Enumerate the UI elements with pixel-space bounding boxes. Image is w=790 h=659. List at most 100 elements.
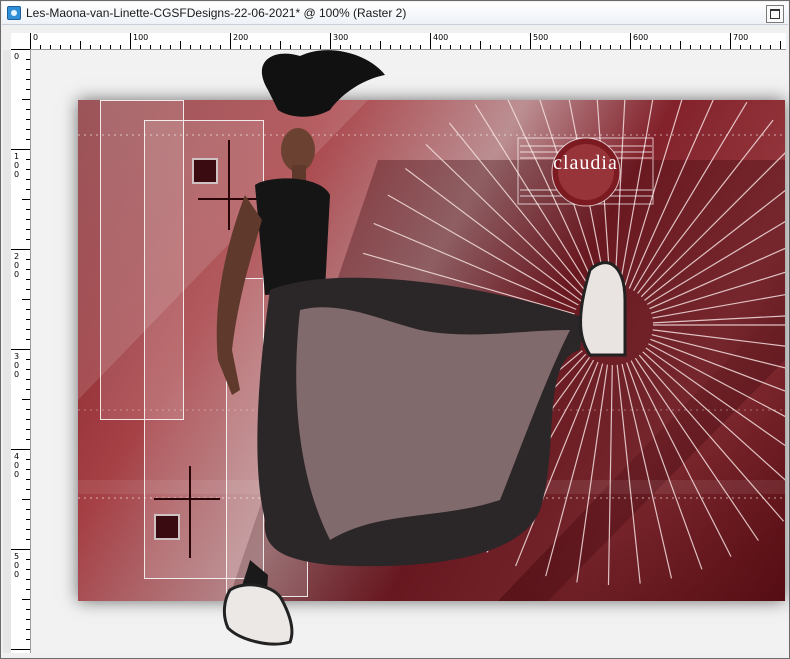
ruler-tick [26, 539, 30, 540]
ruler-label: 100 [133, 33, 149, 42]
ruler-tick [440, 45, 441, 49]
ruler-tick [370, 45, 371, 49]
ruler-label: 0 [33, 33, 39, 42]
ruler-tick [140, 45, 141, 49]
ruler-tick [26, 609, 30, 610]
ruler-label: 200 [233, 33, 249, 42]
ruler-tick [30, 33, 31, 49]
ruler-tick [26, 369, 30, 370]
ruler-tick [11, 449, 30, 450]
ruler-tick [26, 409, 30, 410]
ruler-tick [630, 33, 631, 49]
ruler-tick [26, 439, 30, 440]
ruler-tick [150, 45, 151, 49]
ruler-tick [400, 45, 401, 49]
ruler-tick [26, 429, 30, 430]
ruler-tick [11, 649, 30, 650]
ruler-tick [610, 45, 611, 49]
square-ornament-bottom [154, 514, 180, 540]
ruler-tick [26, 129, 30, 130]
ruler-tick [120, 45, 121, 49]
ruler-tick [710, 45, 711, 49]
cross-line-vertical-top [228, 140, 230, 230]
ruler-label: 400 [433, 33, 449, 42]
ruler-tick [26, 109, 30, 110]
ruler-tick [26, 559, 30, 560]
ruler-tick [730, 33, 731, 49]
ruler-tick [460, 45, 461, 49]
title-bar[interactable]: Les-Maona-van-Linette-CGSFDesigns-22-06-… [2, 2, 788, 25]
ruler-tick [26, 309, 30, 310]
ruler-tick [11, 549, 30, 550]
ruler-tick [130, 33, 131, 49]
ruler-tick [200, 45, 201, 49]
ruler-tick [26, 339, 30, 340]
ruler-label: 2 0 0 [14, 252, 20, 279]
ruler-tick [26, 379, 30, 380]
ruler-tick [26, 219, 30, 220]
ruler-label: 700 [733, 33, 749, 42]
ruler-tick [26, 59, 30, 60]
ruler-tick [26, 229, 30, 230]
cross-line-horizontal-bottom [154, 498, 220, 500]
ruler-tick [190, 45, 191, 49]
ruler-tick [26, 209, 30, 210]
claudia-watermark: claudia [519, 140, 652, 202]
ruler-tick [26, 169, 30, 170]
ruler-tick [26, 259, 30, 260]
ruler-tick [760, 45, 761, 49]
document-icon [7, 6, 21, 20]
ruler-tick [230, 33, 231, 49]
cross-line-vertical-bottom [189, 466, 191, 558]
scroll-track[interactable] [3, 50, 11, 653]
ruler-tick [220, 45, 221, 49]
ruler-label: 600 [633, 33, 649, 42]
ruler-tick [510, 45, 511, 49]
ruler-tick [670, 45, 671, 49]
ruler-tick [26, 479, 30, 480]
ruler-tick [11, 149, 30, 150]
ruler-tick [160, 45, 161, 49]
ruler-tick [620, 45, 621, 49]
ruler-label: 500 [533, 33, 549, 42]
ruler-tick [80, 41, 81, 49]
ruler-tick [22, 199, 30, 200]
ruler-label: 1 0 0 [14, 152, 20, 179]
ruler-tick [450, 45, 451, 49]
ruler-tick [690, 45, 691, 49]
ruler-tick [26, 469, 30, 470]
ruler-tick [26, 639, 30, 640]
ruler-tick [270, 45, 271, 49]
glass-panel-right [226, 278, 308, 597]
artwork-image[interactable]: claudia [78, 100, 785, 601]
ruler-tick [740, 45, 741, 49]
ruler-tick [26, 619, 30, 620]
ruler-tick [580, 41, 581, 49]
ruler-tick [26, 519, 30, 520]
ruler-tick [350, 45, 351, 49]
ruler-tick [680, 41, 681, 49]
ruler-tick [26, 509, 30, 510]
ruler-tick [26, 419, 30, 420]
ruler-label: 4 0 0 [14, 452, 20, 479]
ruler-tick [210, 45, 211, 49]
ruler-tick [26, 69, 30, 70]
ruler-tick [430, 33, 431, 49]
watermark-text: claudia [553, 152, 618, 174]
ruler-tick [380, 41, 381, 49]
ruler-tick [26, 189, 30, 190]
ruler-corner [11, 33, 31, 50]
maximize-icon[interactable] [766, 5, 784, 23]
ruler-tick [170, 45, 171, 49]
ruler-label: 5 0 0 [14, 552, 20, 579]
ruler-tick [310, 45, 311, 49]
ruler-tick [110, 45, 111, 49]
ruler-label: 300 [333, 33, 349, 42]
ruler-tick [330, 33, 331, 49]
square-ornament-top [192, 158, 218, 184]
ruler-tick [26, 239, 30, 240]
ruler-tick [26, 159, 30, 160]
ruler-tick [490, 45, 491, 49]
ruler-tick [720, 45, 721, 49]
ruler-tick [280, 41, 281, 49]
